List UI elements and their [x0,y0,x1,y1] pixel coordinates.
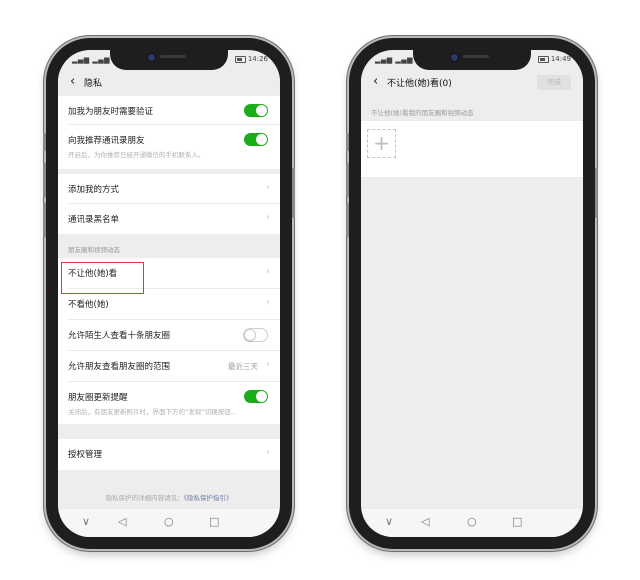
system-nav-bar: ∨ ◁ ○ □ [361,509,583,537]
chevron-right-icon: › [266,182,270,193]
volume-down-button [43,203,46,237]
back-triangle-icon[interactable]: ◁ [118,515,126,528]
chevron-right-icon: › [266,297,270,308]
nav-bar: ‹ 不让他(她)看(0) 完成 [361,70,583,96]
toggle-switch[interactable] [244,104,268,117]
row-label: 允许朋友查看朋友圈的范围 [68,362,171,372]
home-circle-icon[interactable]: ○ [467,515,477,528]
home-circle-icon[interactable]: ○ [164,515,174,528]
page-title: 隐私 [84,79,103,89]
volume-up-button [43,163,46,197]
footer-text: 隐私保护的详细内容请见： [105,494,184,502]
back-icon[interactable]: ‹ [373,74,378,90]
power-button [595,168,598,218]
row-moments-update-reminder[interactable]: 朋友圈更新提醒 关闭后，有朋友更新照片时，界面下方的“发现”切换按钮... [58,382,280,424]
privacy-guide-link[interactable]: 《隐私保护指引》 [184,494,233,502]
notch [413,50,531,70]
row-moments-visible-range[interactable]: 允许朋友查看朋友圈的范围 最近三天 › [58,351,280,382]
section-title: 朋友圈和视频动态 [68,246,120,254]
toggle-switch[interactable] [244,133,268,146]
mute-switch [43,133,46,151]
row-description: 开启后，为你推荐已经开通微信的手机联系人。 [68,151,205,159]
privacy-footer: 隐私保护的详细内容请见：《隐私保护指引》 [58,492,280,502]
power-button [292,168,295,218]
page-title: 不让他(她)看(0) [387,79,452,89]
row-label: 加我为朋友时需要验证 [68,107,154,117]
row-value: 最近三天 [228,362,258,371]
row-authorization-management[interactable]: 授权管理 › [58,439,280,470]
row-recommend-contacts[interactable]: 向我推荐通讯录朋友 开启后，为你推荐已经开通微信的手机联系人。 [58,125,280,169]
add-member-button[interactable]: + [367,129,396,158]
speaker-grille [463,55,489,58]
camera-icon [147,53,156,62]
status-time: 14:26 [247,55,268,63]
chevron-down-icon[interactable]: ∨ [82,515,90,528]
row-contacts-blacklist[interactable]: 通讯录黑名单 › [58,204,280,234]
row-label: 朋友圈更新提醒 [68,393,128,403]
right-phone: ▂▄▆ ▂▄▆ ≈ 14:49 ‹ 不让他(她)看(0) 完成 不让他(她)看我… [346,38,598,549]
recent-apps-icon[interactable]: □ [512,515,522,528]
row-stranger-view-ten[interactable]: 允许陌生人查看十条朋友圈 [58,320,280,351]
battery-icon [537,55,549,63]
volume-down-button [346,203,349,237]
row-label: 通讯录黑名单 [68,215,120,225]
volume-up-button [346,163,349,197]
member-picker-area: + [361,121,583,177]
recent-apps-icon[interactable]: □ [209,515,219,528]
row-label: 向我推荐通讯录朋友 [68,136,145,146]
row-label: 授权管理 [68,450,103,460]
status-right: 14:49 [537,55,571,63]
done-button[interactable]: 完成 [537,75,571,90]
right-screen: ▂▄▆ ▂▄▆ ≈ 14:49 ‹ 不让他(她)看(0) 完成 不让他(她)看我… [361,50,583,537]
camera-icon [450,53,459,62]
chevron-right-icon: › [266,359,270,370]
chevron-down-icon[interactable]: ∨ [385,515,393,528]
section-title: 不让他(她)看我的朋友圈和视频动态 [371,109,474,117]
speaker-grille [160,55,186,58]
plus-icon: + [373,131,390,155]
chevron-right-icon: › [266,212,270,223]
status-right: 14:26 [234,55,268,63]
battery-icon [234,55,246,63]
system-nav-bar: ∨ ◁ ○ □ [58,509,280,537]
mute-switch [346,133,349,151]
highlight-box [61,262,144,294]
row-label: 允许陌生人查看十条朋友圈 [68,331,171,341]
toggle-switch[interactable] [243,328,268,342]
chevron-right-icon: › [266,266,270,277]
row-description: 关闭后，有朋友更新照片时，界面下方的“发现”切换按钮... [68,408,237,416]
status-time: 14:49 [550,55,571,63]
back-icon[interactable]: ‹ [70,74,75,90]
chevron-right-icon: › [266,447,270,458]
toggle-switch[interactable] [244,390,268,403]
row-label: 添加我的方式 [68,185,120,195]
nav-bar: ‹ 隐私 [58,70,280,96]
notch [110,50,228,70]
row-friend-verification[interactable]: 加我为朋友时需要验证 [58,96,280,125]
row-add-me-methods[interactable]: 添加我的方式 › [58,174,280,204]
row-label: 不看他(她) [68,300,109,310]
back-triangle-icon[interactable]: ◁ [421,515,429,528]
